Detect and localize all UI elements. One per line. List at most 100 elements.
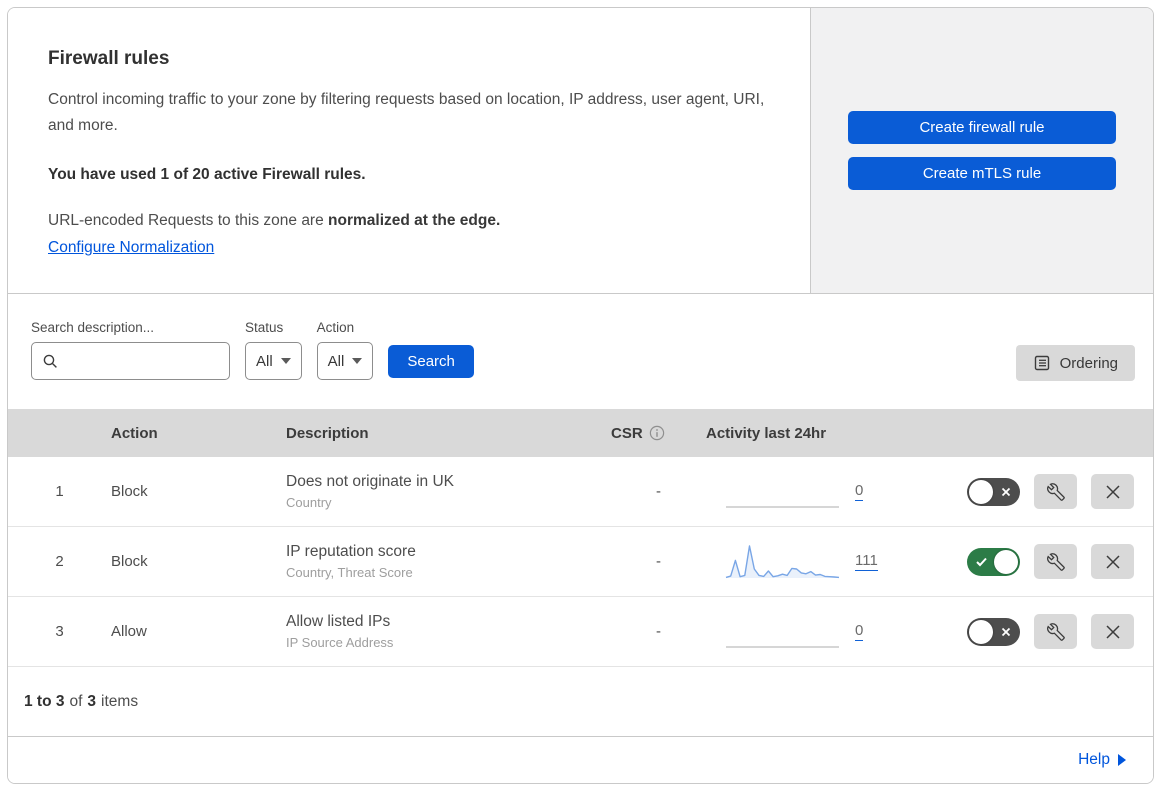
toggle-knob	[994, 549, 1018, 574]
edit-rule-button[interactable]	[1034, 544, 1077, 579]
x-icon	[1001, 487, 1011, 497]
info-icon[interactable]	[649, 425, 665, 441]
header-csr-label: CSR	[611, 424, 643, 442]
rule-csr: -	[656, 483, 661, 500]
search-button[interactable]: Search	[388, 345, 474, 378]
rule-description: Allow listed IPs	[286, 613, 391, 630]
rule-csr: -	[656, 623, 661, 640]
x-icon	[1105, 484, 1121, 500]
activity-sparkline	[726, 505, 839, 508]
rule-action: Block	[111, 553, 148, 570]
caret-down-icon	[352, 358, 363, 364]
edit-rule-button[interactable]	[1034, 614, 1077, 649]
rule-description: Does not originate in UK	[286, 473, 455, 490]
rule-activity-cell: 0	[706, 472, 956, 512]
rule-priority: 1	[55, 483, 64, 500]
status-select-value: All	[256, 352, 273, 370]
rule-description-cell: Does not originate in UK Country	[286, 473, 611, 510]
action-label: Action	[316, 320, 355, 335]
page-title: Firewall rules	[48, 48, 170, 69]
action-filter-group: Action All	[316, 320, 374, 380]
x-icon	[1001, 627, 1011, 637]
activity-count-link[interactable]: 0	[855, 482, 864, 501]
table-row: 1 Block Does not originate in UK Country…	[8, 457, 1153, 527]
filter-bar: Search description... Status All Action	[8, 294, 1153, 409]
normalization-note-prefix: URL-encoded Requests to this zone are	[48, 212, 329, 229]
table-header-row: Action Description CSR Activity last 24h…	[8, 409, 1153, 457]
action-select[interactable]: All	[316, 342, 374, 380]
rule-priority: 3	[55, 623, 64, 640]
rule-activity-cell: 0	[706, 612, 956, 652]
delete-rule-button[interactable]	[1091, 474, 1134, 509]
create-buttons-panel: Create firewall rule Create mTLS rule	[810, 8, 1153, 293]
status-label: Status	[245, 320, 284, 335]
intro-description: Control incoming traffic to your zone by…	[48, 91, 765, 134]
activity-sparkline	[725, 544, 840, 578]
intro-text-panel: Firewall rules Control incoming traffic …	[8, 8, 810, 293]
rule-criteria: Country, Threat Score	[286, 565, 413, 580]
activity-count-link[interactable]: 0	[855, 622, 864, 641]
rule-description: IP reputation score	[286, 543, 416, 560]
status-filter-group: Status All	[245, 320, 302, 380]
wrench-icon	[1046, 552, 1065, 571]
rule-controls	[956, 544, 1153, 579]
wrench-icon	[1046, 482, 1065, 501]
delete-rule-button[interactable]	[1091, 614, 1134, 649]
caret-down-icon	[280, 358, 291, 364]
rule-enabled-toggle[interactable]	[967, 547, 1020, 576]
header-description: Description	[286, 424, 369, 442]
filter-controls: Search description... Status All Action	[31, 320, 474, 380]
create-mtls-rule-button[interactable]: Create mTLS rule	[848, 157, 1116, 190]
wrench-icon	[1046, 622, 1065, 641]
search-input[interactable]	[65, 351, 219, 371]
delete-rule-button[interactable]	[1091, 544, 1134, 579]
pagination-summary: 1 to 3 of 3 items	[8, 667, 1153, 737]
search-box[interactable]	[31, 342, 230, 380]
rule-description-cell: Allow listed IPs IP Source Address	[286, 613, 611, 650]
rule-enabled-toggle[interactable]	[967, 617, 1020, 646]
header-action: Action	[111, 424, 158, 442]
items-suffix: items	[101, 692, 139, 710]
items-range: 1 to 3	[24, 692, 65, 710]
ordering-button[interactable]: Ordering	[1015, 345, 1135, 381]
rule-criteria: Country	[286, 495, 332, 510]
items-total: 3	[87, 692, 97, 710]
list-icon	[1033, 354, 1051, 372]
header-csr: CSR	[611, 425, 706, 442]
search-label: Search description...	[31, 320, 155, 335]
rule-priority: 2	[55, 553, 64, 570]
ordering-button-label: Ordering	[1059, 354, 1118, 372]
items-of: of	[69, 692, 83, 710]
usage-counter: You have used 1 of 20 active Firewall ru…	[48, 166, 366, 183]
action-select-value: All	[327, 352, 345, 370]
create-firewall-rule-button[interactable]: Create firewall rule	[848, 111, 1116, 144]
x-icon	[1105, 624, 1121, 640]
help-link-label: Help	[1078, 751, 1110, 768]
status-select[interactable]: All	[245, 342, 302, 380]
rule-action: Allow	[111, 623, 147, 640]
rule-description-cell: IP reputation score Country, Threat Scor…	[286, 543, 611, 580]
firewall-rules-page: Firewall rules Control incoming traffic …	[7, 7, 1154, 784]
x-icon	[1105, 554, 1121, 570]
header-activity: Activity last 24hr	[706, 424, 827, 442]
rule-enabled-toggle[interactable]	[967, 477, 1020, 506]
activity-sparkline	[726, 645, 839, 648]
rule-action: Block	[111, 483, 148, 500]
rule-criteria: IP Source Address	[286, 635, 394, 650]
configure-normalization-link[interactable]: Configure Normalization	[48, 239, 214, 256]
edit-rule-button[interactable]	[1034, 474, 1077, 509]
normalization-note: URL-encoded Requests to this zone are no…	[48, 212, 770, 230]
rule-csr: -	[656, 553, 661, 570]
toggle-knob	[969, 619, 993, 644]
toggle-knob	[969, 479, 993, 504]
normalization-note-bold: normalized at the edge.	[328, 212, 501, 229]
table-row: 3 Allow Allow listed IPs IP Source Addre…	[8, 597, 1153, 667]
table-row: 2 Block IP reputation score Country, Thr…	[8, 527, 1153, 597]
activity-count-link[interactable]: 111	[855, 552, 878, 571]
check-icon	[976, 557, 987, 567]
rule-controls	[956, 474, 1153, 509]
right-triangle-icon	[1118, 754, 1126, 766]
rule-controls	[956, 614, 1153, 649]
search-group: Search description...	[31, 320, 230, 380]
help-link[interactable]: Help	[1078, 751, 1126, 769]
